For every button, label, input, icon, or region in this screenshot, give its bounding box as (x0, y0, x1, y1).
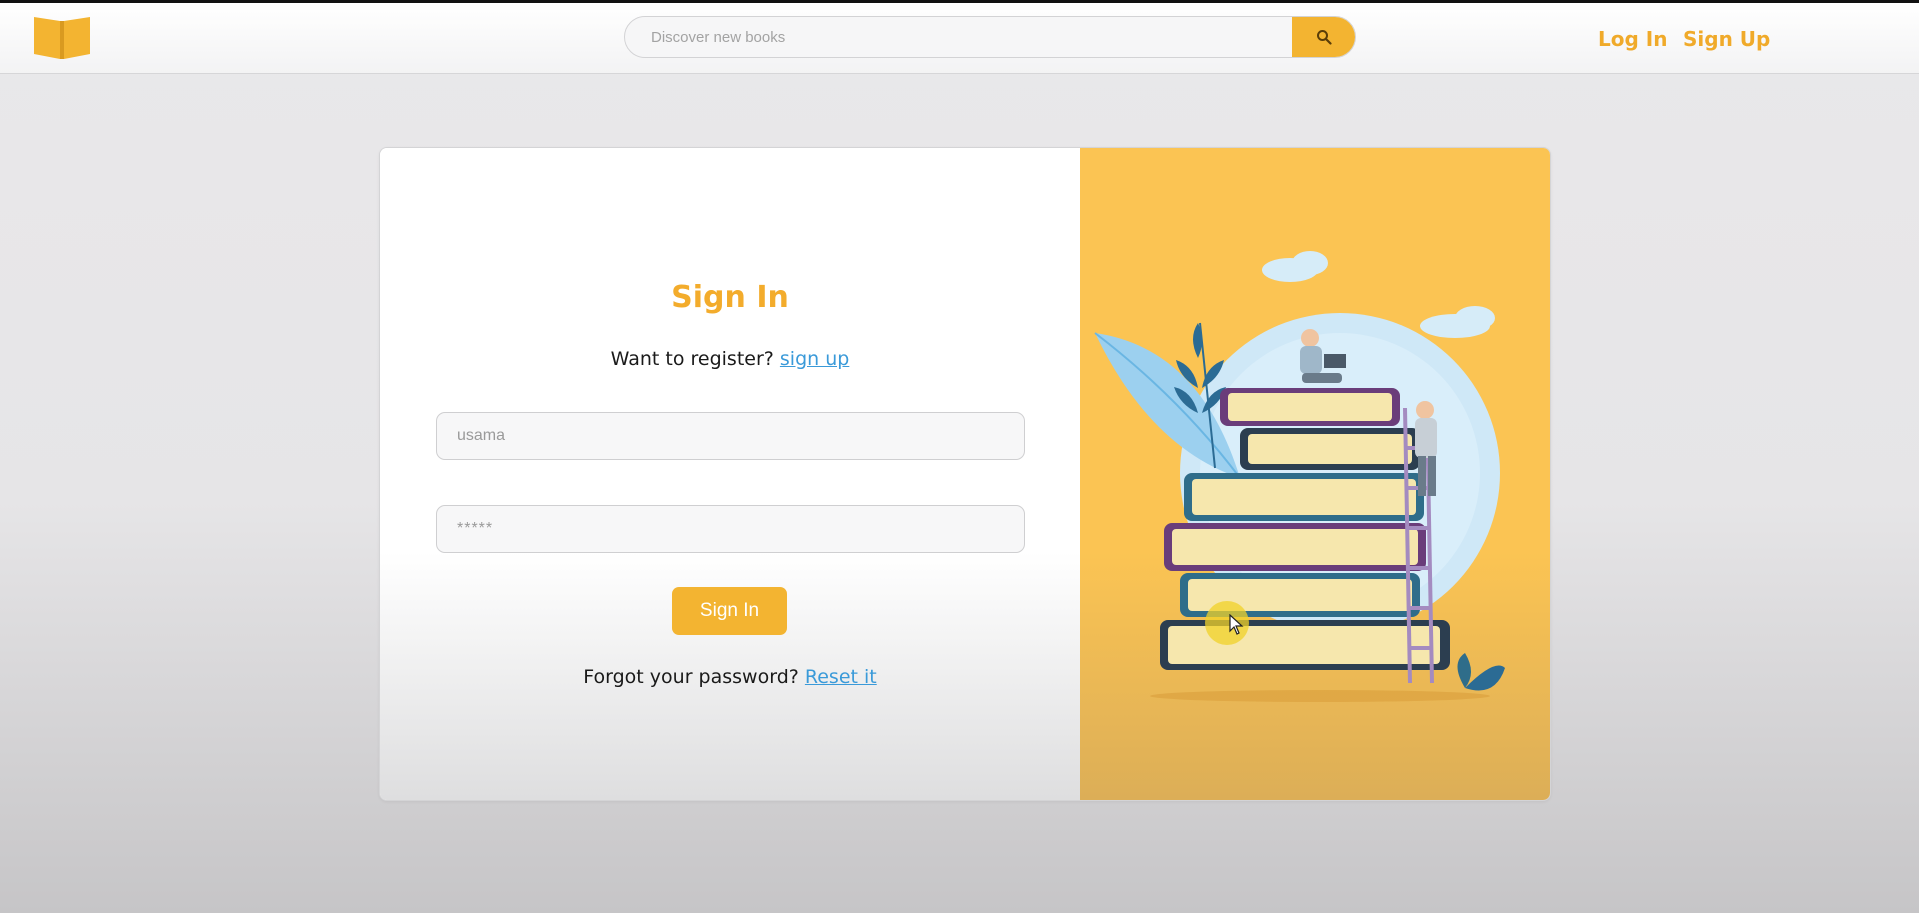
signup-link[interactable]: sign up (780, 348, 849, 370)
nav-login-link[interactable]: Log In (1598, 27, 1667, 51)
search-input[interactable] (625, 17, 1294, 57)
illustration-panel (1080, 148, 1550, 800)
forgot-prompt-text: Forgot your password? (583, 666, 799, 688)
top-navbar: Log In Sign Up (0, 0, 1919, 74)
password-field[interactable] (436, 505, 1025, 553)
page-title: Sign In (671, 280, 789, 315)
signin-button[interactable]: Sign In (672, 587, 787, 635)
register-prompt-text: Want to register? (610, 348, 774, 370)
mouse-cursor-icon (1229, 614, 1244, 635)
search-icon (1316, 30, 1332, 45)
reset-password-link[interactable]: Reset it (805, 666, 877, 688)
search-bar (624, 16, 1356, 58)
nav-signup-link[interactable]: Sign Up (1683, 27, 1770, 51)
stacked-books-illustration (1094, 251, 1505, 702)
username-field[interactable] (436, 412, 1025, 460)
signin-card: Sign In Want to register? sign up Sign I… (379, 147, 1551, 801)
search-button[interactable] (1292, 17, 1355, 57)
open-book-logo-icon[interactable] (32, 13, 92, 61)
register-prompt-line: Want to register? sign up (380, 348, 1080, 370)
signin-form-panel: Sign In Want to register? sign up Sign I… (380, 148, 1080, 800)
forgot-password-line: Forgot your password? Reset it (380, 666, 1080, 688)
